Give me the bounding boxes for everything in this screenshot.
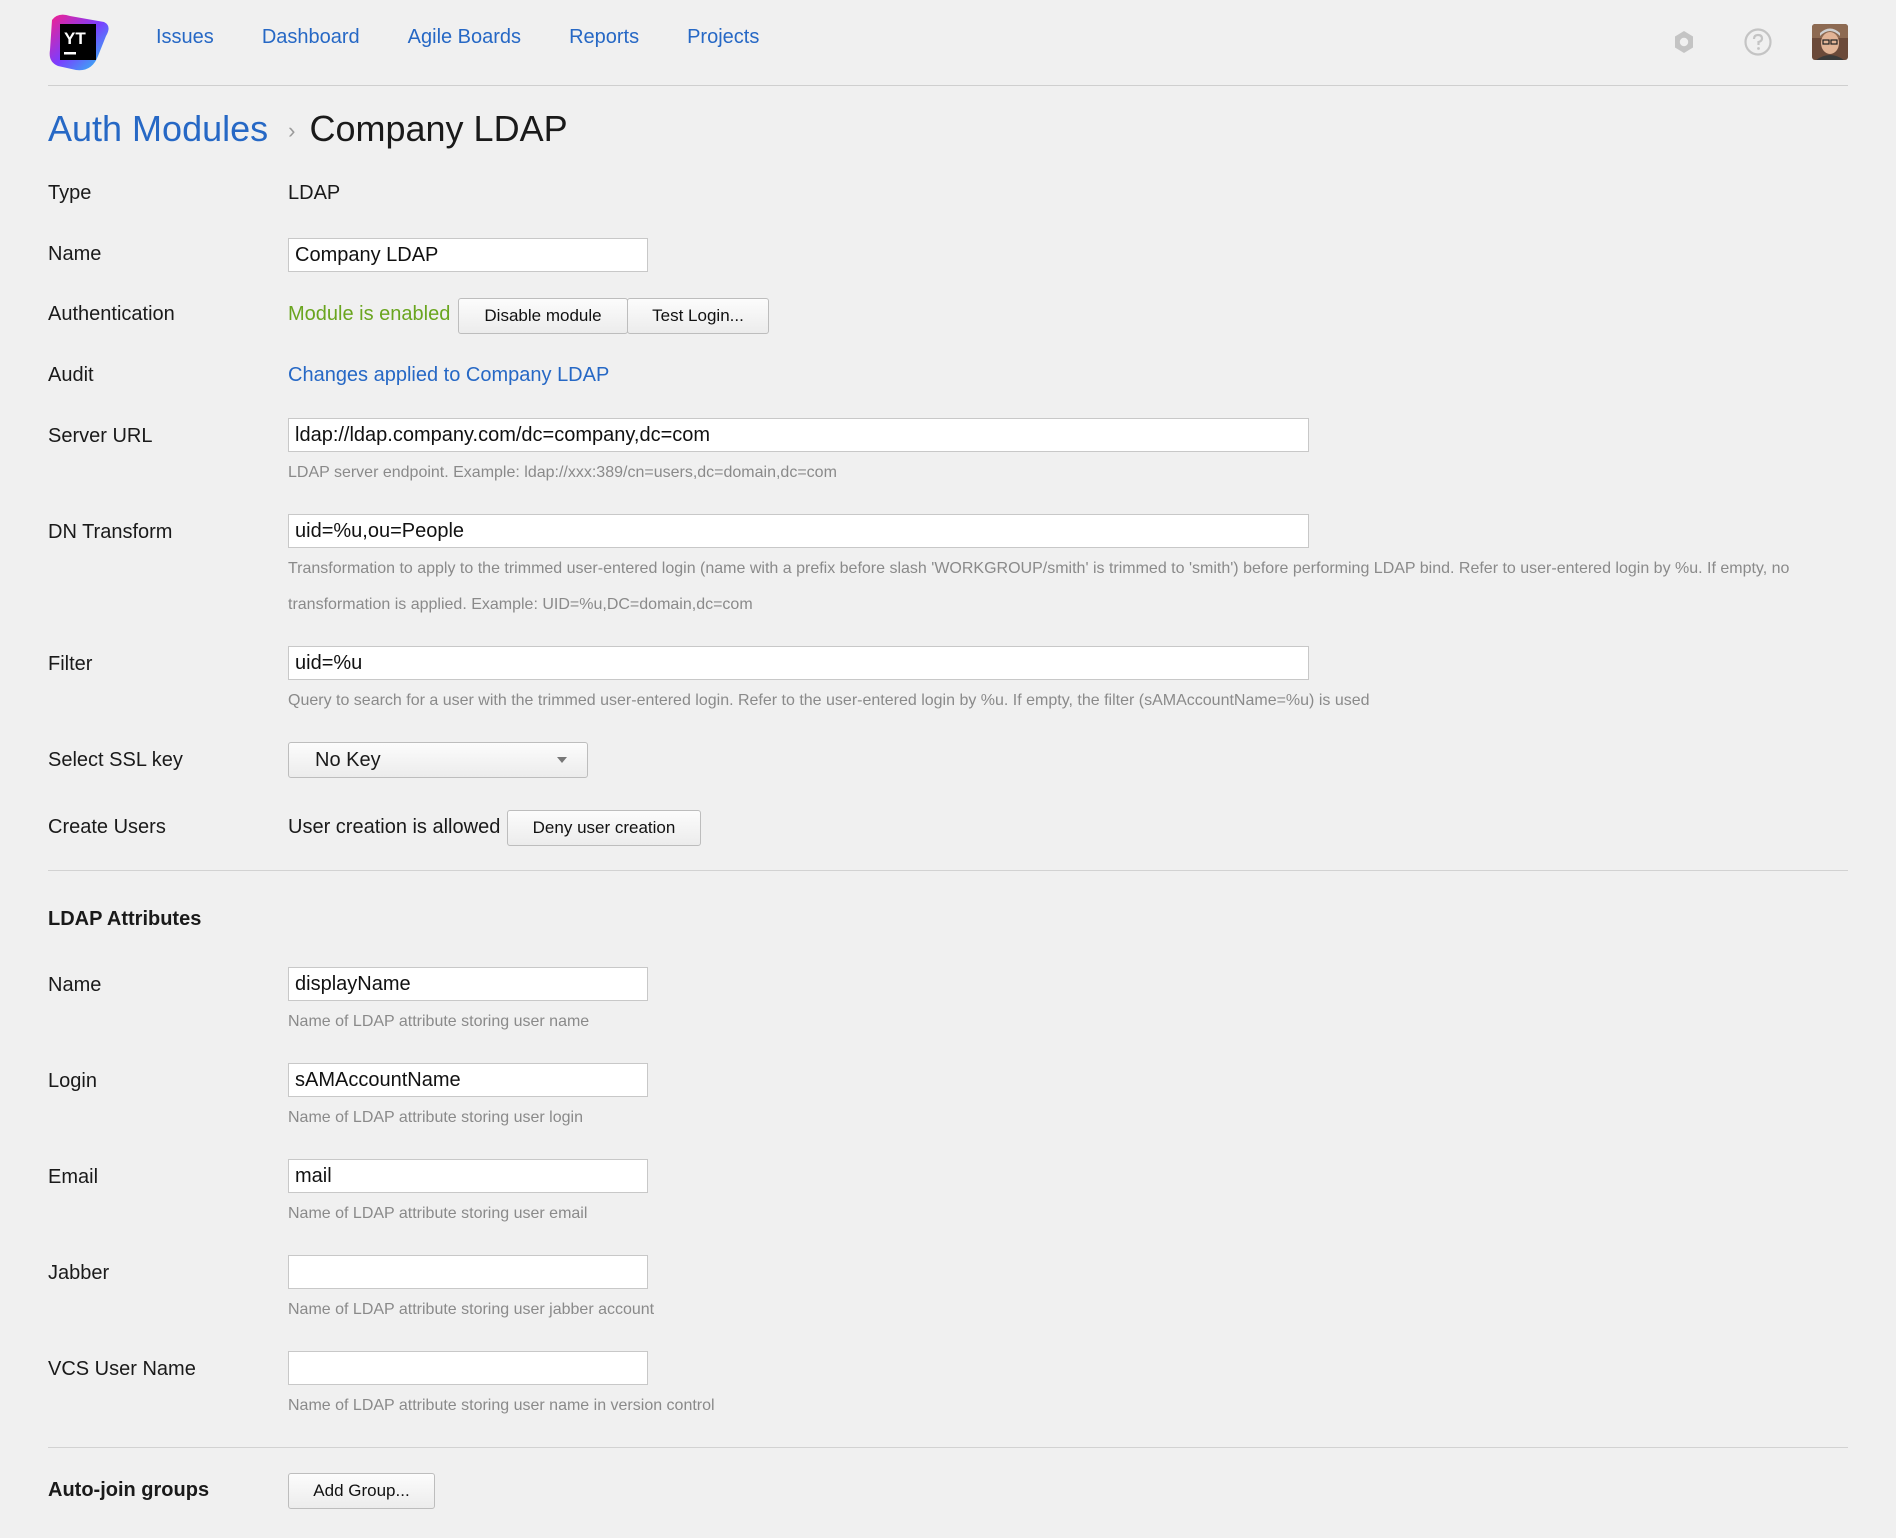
module-status: Module is enabled (288, 303, 451, 325)
gear-icon[interactable] (1664, 22, 1704, 62)
header-icons (1630, 22, 1848, 62)
server-url-hint: LDAP server endpoint. Example: ldap://xx… (288, 464, 837, 481)
name-label: Name (48, 243, 102, 265)
ssl-key-value: No Key (315, 748, 381, 771)
type-value: LDAP (288, 182, 341, 204)
nav-reports[interactable]: Reports (569, 26, 639, 49)
nav-projects[interactable]: Projects (687, 26, 759, 49)
attr-email-hint: Name of LDAP attribute storing user emai… (288, 1205, 588, 1222)
filter-input[interactable] (288, 646, 1309, 680)
attr-login-input[interactable] (288, 1063, 648, 1097)
server-url-input[interactable] (288, 418, 1309, 452)
add-group-button[interactable]: Add Group... (288, 1473, 435, 1509)
attr-vcs-label: VCS User Name (48, 1358, 196, 1380)
create-users-label: Create Users (48, 816, 166, 838)
authentication-label: Authentication (48, 303, 175, 325)
deny-user-creation-button[interactable]: Deny user creation (507, 810, 701, 846)
dn-transform-hint-line1: Transformation to apply to the trimmed u… (288, 560, 1790, 577)
attr-login-hint: Name of LDAP attribute storing user logi… (288, 1109, 583, 1126)
ssl-key-label: Select SSL key (48, 749, 183, 771)
attr-email-label: Email (48, 1166, 99, 1188)
attr-name-input[interactable] (288, 967, 648, 1001)
audit-link[interactable]: Changes applied to Company LDAP (288, 364, 609, 387)
ssl-key-select[interactable]: No Key (288, 742, 588, 778)
breadcrumb-separator: › (288, 118, 296, 143)
nav-agile-boards[interactable]: Agile Boards (408, 26, 521, 49)
type-label: Type (48, 182, 92, 204)
breadcrumb: Auth Modules › Company LDAP (48, 108, 568, 150)
filter-hint: Query to search for a user with the trim… (288, 692, 1370, 709)
nav-issues[interactable]: Issues (156, 26, 214, 49)
divider (48, 870, 1848, 871)
attr-name-hint: Name of LDAP attribute storing user name (288, 1013, 590, 1030)
user-creation-status: User creation is allowed (288, 816, 501, 838)
attr-login-label: Login (48, 1070, 97, 1092)
nav-dashboard[interactable]: Dashboard (262, 26, 360, 49)
test-login-button[interactable]: Test Login... (627, 298, 769, 334)
audit-label: Audit (48, 364, 94, 386)
filter-label: Filter (48, 653, 93, 675)
dn-transform-label: DN Transform (48, 521, 173, 543)
ldap-attributes-heading: LDAP Attributes (48, 908, 202, 930)
user-avatar[interactable] (1812, 24, 1848, 60)
divider (48, 1447, 1848, 1448)
attr-jabber-input[interactable] (288, 1255, 648, 1289)
page-title: Company LDAP (309, 108, 568, 149)
disable-module-button[interactable]: Disable module (458, 298, 628, 334)
attr-email-input[interactable] (288, 1159, 648, 1193)
help-icon[interactable] (1738, 22, 1778, 62)
auto-join-groups-heading: Auto-join groups (48, 1479, 210, 1501)
attr-vcs-input[interactable] (288, 1351, 648, 1385)
attr-jabber-label: Jabber (48, 1262, 110, 1284)
attr-name-label: Name (48, 974, 102, 996)
attr-vcs-hint: Name of LDAP attribute storing user name… (288, 1397, 715, 1414)
svg-text:YT: YT (64, 29, 86, 48)
name-input[interactable] (288, 238, 648, 272)
dn-transform-input[interactable] (288, 514, 1309, 548)
page: YT Issues Dashboard Agile Boards Reports… (0, 0, 1896, 1538)
attr-jabber-hint: Name of LDAP attribute storing user jabb… (288, 1301, 655, 1318)
server-url-label: Server URL (48, 425, 153, 447)
dn-transform-hint-line2: transformation is applied. Example: UID=… (288, 596, 753, 613)
top-header: YT Issues Dashboard Agile Boards Reports… (48, 0, 1848, 86)
youtrack-logo[interactable]: YT (48, 12, 110, 74)
breadcrumb-auth-modules[interactable]: Auth Modules (48, 108, 268, 150)
main-nav: Issues Dashboard Agile Boards Reports Pr… (156, 26, 807, 49)
chevron-down-icon (557, 757, 567, 763)
